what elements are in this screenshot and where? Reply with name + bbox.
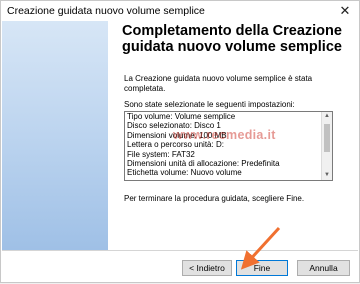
back-button[interactable]: < Indietro <box>182 260 232 276</box>
settings-listbox[interactable]: Tipo volume: Volume semplice Disco selez… <box>124 111 333 181</box>
title-bar: Creazione guidata nuovo volume semplice … <box>1 1 359 21</box>
settings-label: Sono state selezionate le seguenti impos… <box>124 100 295 109</box>
completion-text: La Creazione guidata nuovo volume sempli… <box>124 74 313 93</box>
site-watermark: www.recmedia.it <box>173 128 276 142</box>
scroll-up-icon[interactable]: ▲ <box>322 112 332 121</box>
settings-item: Etichetta volume: Nuovo volume <box>127 168 242 178</box>
wizard-side-banner <box>2 21 108 250</box>
wizard-window: Creazione guidata nuovo volume semplice … <box>0 0 360 283</box>
finish-hint: Per terminare la procedura guidata, sceg… <box>124 194 305 203</box>
close-icon[interactable]: ✕ <box>331 1 359 21</box>
cancel-button[interactable]: Annulla <box>297 260 350 276</box>
window-title: Creazione guidata nuovo volume semplice <box>7 5 205 17</box>
page-title: Completamento della Creazione guidata nu… <box>122 23 342 55</box>
scrollbar-thumb[interactable] <box>324 124 330 152</box>
settings-item: File system: FAT32 <box>127 149 195 159</box>
settings-item: Dimensioni unità di allocazione: Predefi… <box>127 159 280 169</box>
footer-divider <box>2 250 358 251</box>
listbox-scrollbar[interactable]: ▲ ▼ <box>321 112 332 180</box>
scroll-down-icon[interactable]: ▼ <box>322 171 332 180</box>
settings-item: Tipo volume: Volume semplice <box>127 112 236 121</box>
finish-button[interactable]: Fine <box>236 260 288 276</box>
